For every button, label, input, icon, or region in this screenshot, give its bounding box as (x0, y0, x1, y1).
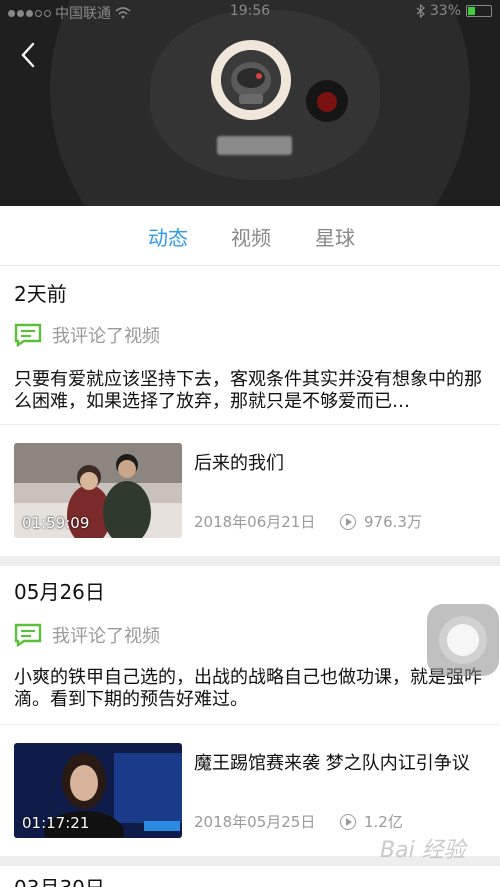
video-views: 1.2亿 (340, 811, 403, 832)
header-background-shape (317, 92, 337, 112)
feed-action-label: 我评论了视频 (52, 626, 160, 647)
back-button[interactable] (14, 40, 44, 70)
video-title[interactable]: 魔王踢馆赛来袭 梦之队内讧引争议 (194, 749, 470, 775)
feed-date: 03月30日 (14, 872, 105, 887)
play-count-icon (340, 513, 356, 530)
username-blurred (217, 136, 292, 155)
feed-date: 05月26日 (14, 580, 105, 604)
feed-date: 2天前 (14, 282, 67, 306)
feed-action-label: 我评论了视频 (52, 326, 160, 347)
battery-icon (466, 5, 492, 17)
tab-activity[interactable]: 动态 (148, 222, 188, 251)
assistive-touch-button[interactable] (427, 604, 499, 676)
assistive-touch-center (447, 624, 479, 656)
feed-action: 我评论了视频 (14, 322, 160, 348)
video-thumbnail[interactable]: 01:59:09 (14, 443, 182, 538)
feed-item: 03月30日 (0, 866, 500, 887)
video-thumbnail[interactable]: 01:17:21 (14, 743, 182, 838)
watermark: Bai 经验 (380, 838, 466, 863)
section-gap (0, 556, 500, 566)
video-title[interactable]: 后来的我们 (194, 449, 284, 475)
feed-item: 05月26日 我评论了视频 小爽的铁甲自己选的，出战的战略自己也做功课，就是强咋… (0, 566, 500, 856)
battery-percent: 33% (429, 3, 461, 19)
video-card[interactable]: 01:59:09 后来的我们 2018年06月21日 976.3万 (0, 443, 500, 551)
video-duration: 01:59:09 (22, 514, 90, 532)
video-date: 2018年06月21日 (194, 513, 316, 531)
tab-bar: 动态 视频 星球 (0, 206, 500, 266)
bluetooth-icon (416, 4, 425, 18)
avatar-image (221, 50, 281, 110)
feed-item: 2天前 我评论了视频 只要有爱就应该坚持下去，客观条件其实并没有想象中的那么困难… (0, 266, 500, 556)
play-count-icon (340, 813, 356, 830)
feed-action: 我评论了视频 (14, 622, 160, 648)
comment-text: 小爽的铁甲自己选的，出战的战略自己也做功课，就是强咋滴。看到下期的预告好难过。 (14, 667, 482, 710)
battery-fill (468, 7, 475, 15)
robot-avatar-icon (221, 50, 281, 110)
tab-videos[interactable]: 视频 (231, 222, 271, 251)
profile-header: 中国联通 19:56 33% (0, 0, 500, 206)
video-date: 2018年05月25日 (194, 813, 316, 831)
comment-text: 只要有爱就应该坚持下去，客观条件其实并没有想象中的那么困难，如果选择了放弃，那就… (14, 369, 482, 412)
divider (0, 724, 500, 725)
video-views-count: 976.3万 (364, 513, 422, 531)
video-views: 976.3万 (340, 511, 422, 532)
tab-planet[interactable]: 星球 (315, 222, 355, 251)
chevron-left-icon (21, 42, 35, 68)
comment-icon (14, 323, 42, 347)
divider (0, 424, 500, 425)
status-bar: 中国联通 19:56 33% (0, 0, 500, 24)
video-duration: 01:17:21 (22, 814, 90, 832)
video-views-count: 1.2亿 (364, 813, 403, 831)
comment-icon (14, 623, 42, 647)
status-bar-right: 33% (416, 3, 492, 19)
